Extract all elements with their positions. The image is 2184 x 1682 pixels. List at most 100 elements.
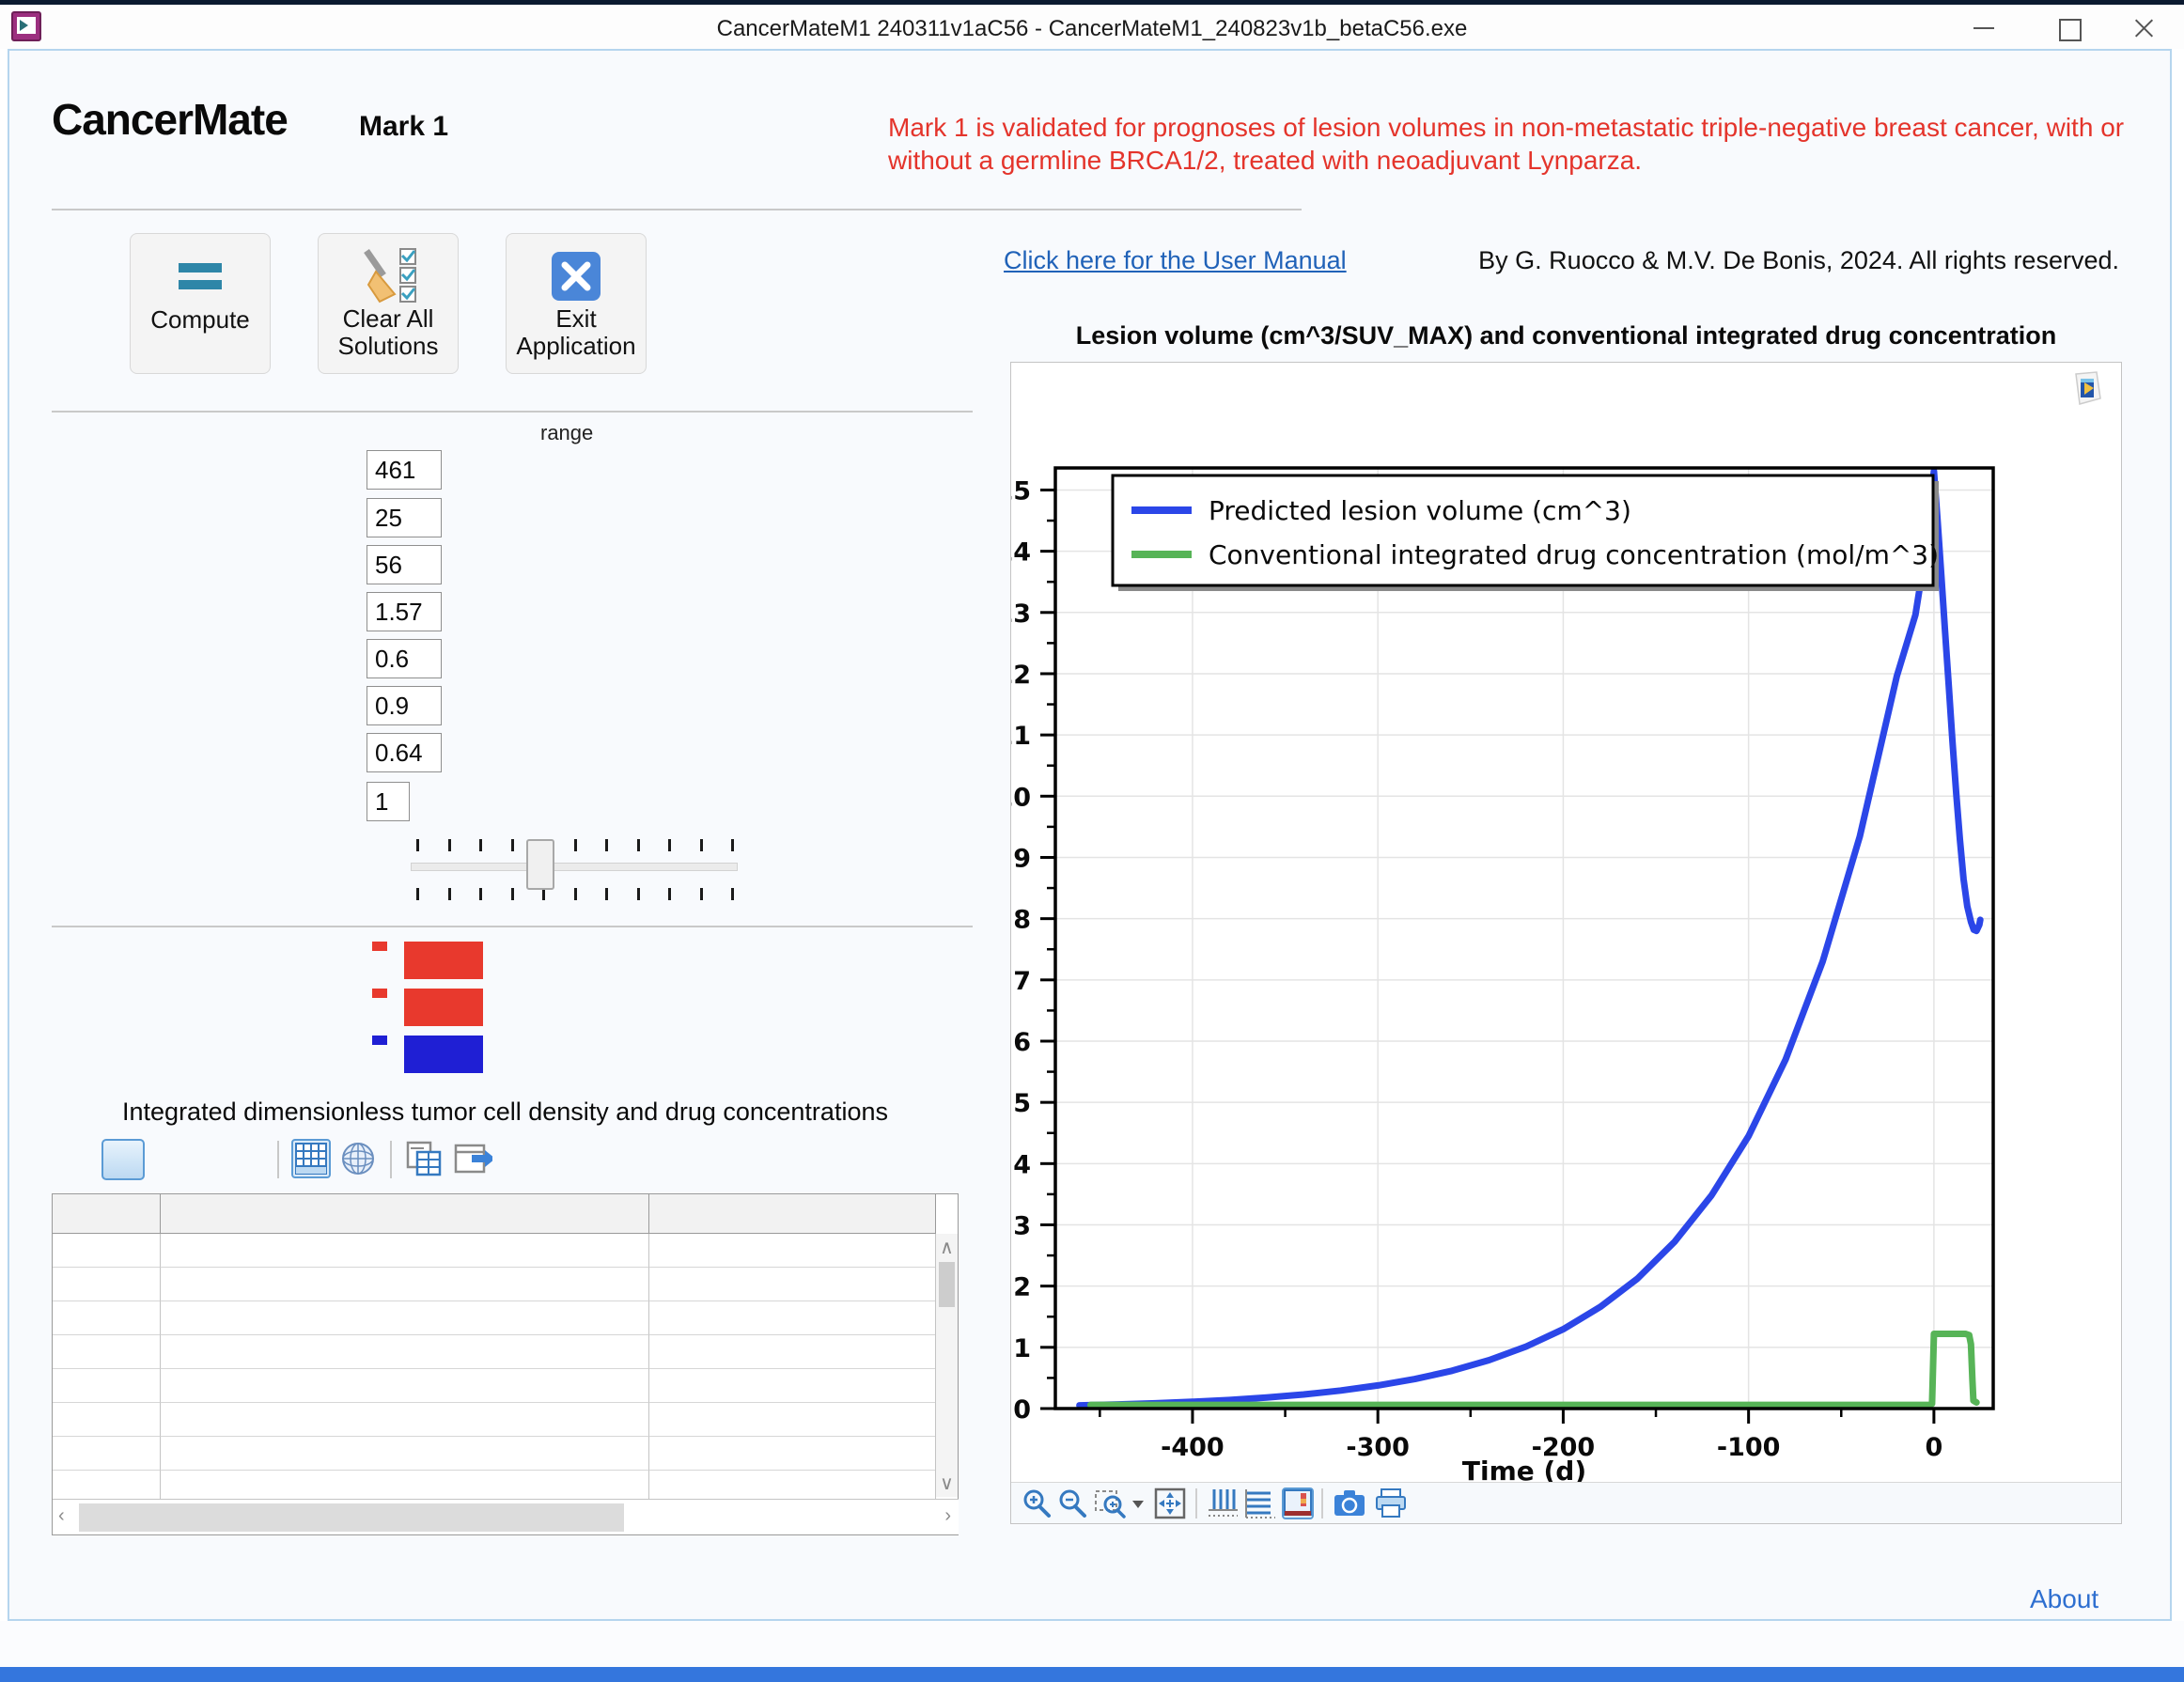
clear-button-label: Clear All Solutions: [319, 305, 458, 360]
dose-slider-track[interactable]: [411, 863, 738, 871]
table-cell[interactable]: [53, 1437, 161, 1471]
table-horizontal-scrollbar[interactable]: ‹ ›: [53, 1499, 959, 1534]
form-field-input[interactable]: [367, 733, 442, 772]
title-bar: CancerMateM1 240311v1aC56 - CancerMateM1…: [0, 5, 2184, 49]
dose-slider-thumb[interactable]: [526, 839, 554, 890]
result-value: [404, 942, 483, 979]
table-view-icon[interactable]: [291, 1139, 331, 1178]
table-cell[interactable]: [53, 1234, 161, 1268]
copy-table-icon[interactable]: [404, 1139, 444, 1178]
form-field-input[interactable]: [367, 782, 410, 821]
scroll-up-icon[interactable]: ∧: [936, 1236, 958, 1259]
form-field-input[interactable]: [367, 450, 442, 490]
user-manual-link[interactable]: Click here for the User Manual: [1004, 246, 1347, 275]
result-label: [372, 989, 387, 998]
broom-checklist-icon: [319, 234, 458, 305]
table-column-header[interactable]: [649, 1194, 936, 1234]
y-tick-label: 7: [1013, 967, 1031, 996]
table-cell[interactable]: [53, 1335, 161, 1369]
y-grid-icon[interactable]: [1244, 1487, 1276, 1519]
x-grid-icon[interactable]: [1207, 1487, 1239, 1519]
zoom-dropdown-icon[interactable]: [1130, 1487, 1147, 1519]
table-cell[interactable]: [649, 1301, 936, 1335]
slider-tick: [668, 888, 671, 900]
table-cell[interactable]: [53, 1403, 161, 1437]
zoom-extents-icon[interactable]: [1154, 1487, 1186, 1519]
slider-tick: [574, 888, 577, 900]
clear-all-solutions-button[interactable]: Clear All Solutions: [318, 233, 459, 374]
lesion-volume-plot[interactable]: -400-300-200-10000123456789101112131415T…: [1011, 363, 2121, 1483]
form-field-input[interactable]: [367, 592, 442, 631]
minimize-button[interactable]: [1970, 14, 1998, 42]
table-cell[interactable]: [53, 1301, 161, 1335]
form-field-input[interactable]: [367, 686, 442, 725]
table-cell[interactable]: [161, 1268, 649, 1301]
maximize-button[interactable]: [2054, 14, 2083, 42]
exit-x-icon: [507, 234, 646, 305]
window-title: CancerMateM1 240311v1aC56 - CancerMateM1…: [0, 16, 2184, 42]
table-cell[interactable]: [161, 1234, 649, 1268]
close-button[interactable]: [2129, 14, 2158, 42]
slider-tick: [416, 839, 419, 851]
table-cell[interactable]: [649, 1268, 936, 1301]
slider-tick: [416, 888, 419, 900]
table-column-header[interactable]: [53, 1194, 161, 1234]
zoom-in-icon[interactable]: [1021, 1487, 1053, 1519]
result-value: [404, 989, 483, 1026]
legend-label: Conventional integrated drug concentrati…: [1209, 539, 1939, 570]
result-value: [404, 1036, 483, 1073]
table-cell[interactable]: [649, 1335, 936, 1369]
table-cell[interactable]: [161, 1403, 649, 1437]
app-version: Mark 1: [359, 111, 448, 143]
auto-format-button[interactable]: [101, 1139, 145, 1180]
slider-tick: [731, 839, 734, 851]
compute-button[interactable]: Compute: [130, 233, 271, 374]
form-field-input[interactable]: [367, 639, 442, 678]
table-cell[interactable]: [161, 1335, 649, 1369]
scroll-left-icon[interactable]: ‹: [58, 1505, 65, 1527]
table-vertical-scrollbar[interactable]: ∧ ∨: [935, 1234, 958, 1497]
form-field-input[interactable]: [367, 498, 442, 537]
slider-tick: [479, 839, 482, 851]
table-cell[interactable]: [649, 1369, 936, 1403]
table-cell[interactable]: [649, 1234, 936, 1268]
chart-title: Lesion volume (cm^3/SUV_MAX) and convent…: [1010, 321, 2122, 350]
print-icon[interactable]: [1374, 1487, 1406, 1519]
horizontal-scroll-thumb[interactable]: [79, 1503, 624, 1532]
scroll-right-icon[interactable]: ›: [944, 1505, 951, 1527]
range-column-header: range: [540, 421, 593, 445]
table-cell[interactable]: [649, 1437, 936, 1471]
chart-toolbar-separator: [1195, 1488, 1197, 1518]
zoom-box-icon[interactable]: [1094, 1487, 1126, 1519]
snapshot-camera-icon[interactable]: [1333, 1487, 1365, 1519]
zoom-out-icon[interactable]: [1056, 1487, 1088, 1519]
slider-tick: [574, 839, 577, 851]
window-lower-margin: [0, 1621, 2184, 1667]
slider-tick: [637, 839, 640, 851]
form-field-input[interactable]: [367, 545, 442, 584]
results-table: ∧ ∨ ‹ ›: [52, 1193, 959, 1535]
slider-tick: [700, 839, 703, 851]
slider-tick: [605, 839, 608, 851]
about-link[interactable]: About: [2030, 1584, 2124, 1614]
y-tick-label: 4: [1013, 1150, 1031, 1179]
scroll-down-icon[interactable]: ∨: [936, 1472, 958, 1495]
globe-plot-icon[interactable]: [338, 1139, 378, 1178]
table-cell[interactable]: [649, 1403, 936, 1437]
table-cell[interactable]: [161, 1437, 649, 1471]
y-tick-label: 3: [1013, 1211, 1031, 1240]
exit-application-button[interactable]: Exit Application: [506, 233, 647, 374]
table-cell[interactable]: [53, 1268, 161, 1301]
color-legend-icon[interactable]: [1282, 1487, 1314, 1519]
chart-toolbar: [1011, 1482, 2121, 1523]
y-tick-label: 10: [1011, 783, 1031, 812]
toolbar-separator: [390, 1141, 392, 1178]
table-cell[interactable]: [161, 1369, 649, 1403]
vertical-scroll-thumb[interactable]: [939, 1262, 955, 1307]
export-table-icon[interactable]: [453, 1139, 492, 1178]
chart-panel: -400-300-200-10000123456789101112131415T…: [1010, 362, 2122, 1524]
table-cell[interactable]: [53, 1369, 161, 1403]
y-tick-label: 11: [1011, 722, 1031, 751]
table-cell[interactable]: [161, 1301, 649, 1335]
table-column-header[interactable]: [161, 1194, 649, 1234]
